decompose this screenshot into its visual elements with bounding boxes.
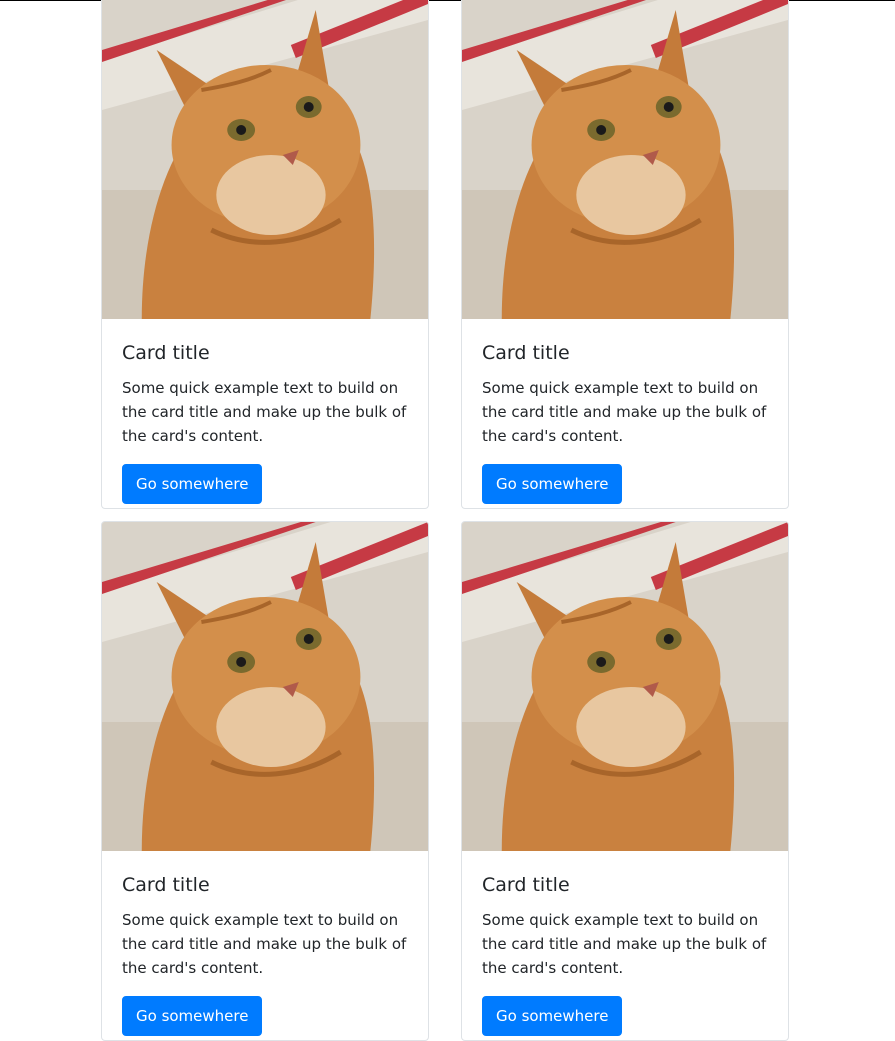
card-text: Some quick example text to build on the … [122,911,407,977]
card-title: Card title [482,342,570,364]
card-title: Card title [482,874,570,896]
go-somewhere-button[interactable]: Go somewhere [482,464,623,504]
card-text: Some quick example text to build on the … [122,379,407,445]
card: Card title Some quick example text to bu… [101,0,429,509]
card: Card title Some quick example text to bu… [461,521,789,1041]
cat-photo-image [462,522,788,851]
go-somewhere-button[interactable]: Go somewhere [122,996,263,1036]
card-text: Some quick example text to build on the … [482,379,767,445]
cat-photo-image [102,522,428,851]
cat-photo-icon [102,0,428,319]
go-somewhere-button[interactable]: Go somewhere [482,996,623,1036]
cat-photo-icon [462,0,788,319]
cat-photo-image [102,0,428,319]
card-text: Some quick example text to build on the … [482,911,767,977]
card-title: Card title [122,874,210,896]
card-title: Card title [122,342,210,364]
card: Card title Some quick example text to bu… [461,0,789,509]
cat-photo-icon [462,522,788,851]
cat-photo-icon [102,522,428,851]
go-somewhere-button[interactable]: Go somewhere [122,464,263,504]
cat-photo-image [462,0,788,319]
card: Card title Some quick example text to bu… [101,521,429,1041]
